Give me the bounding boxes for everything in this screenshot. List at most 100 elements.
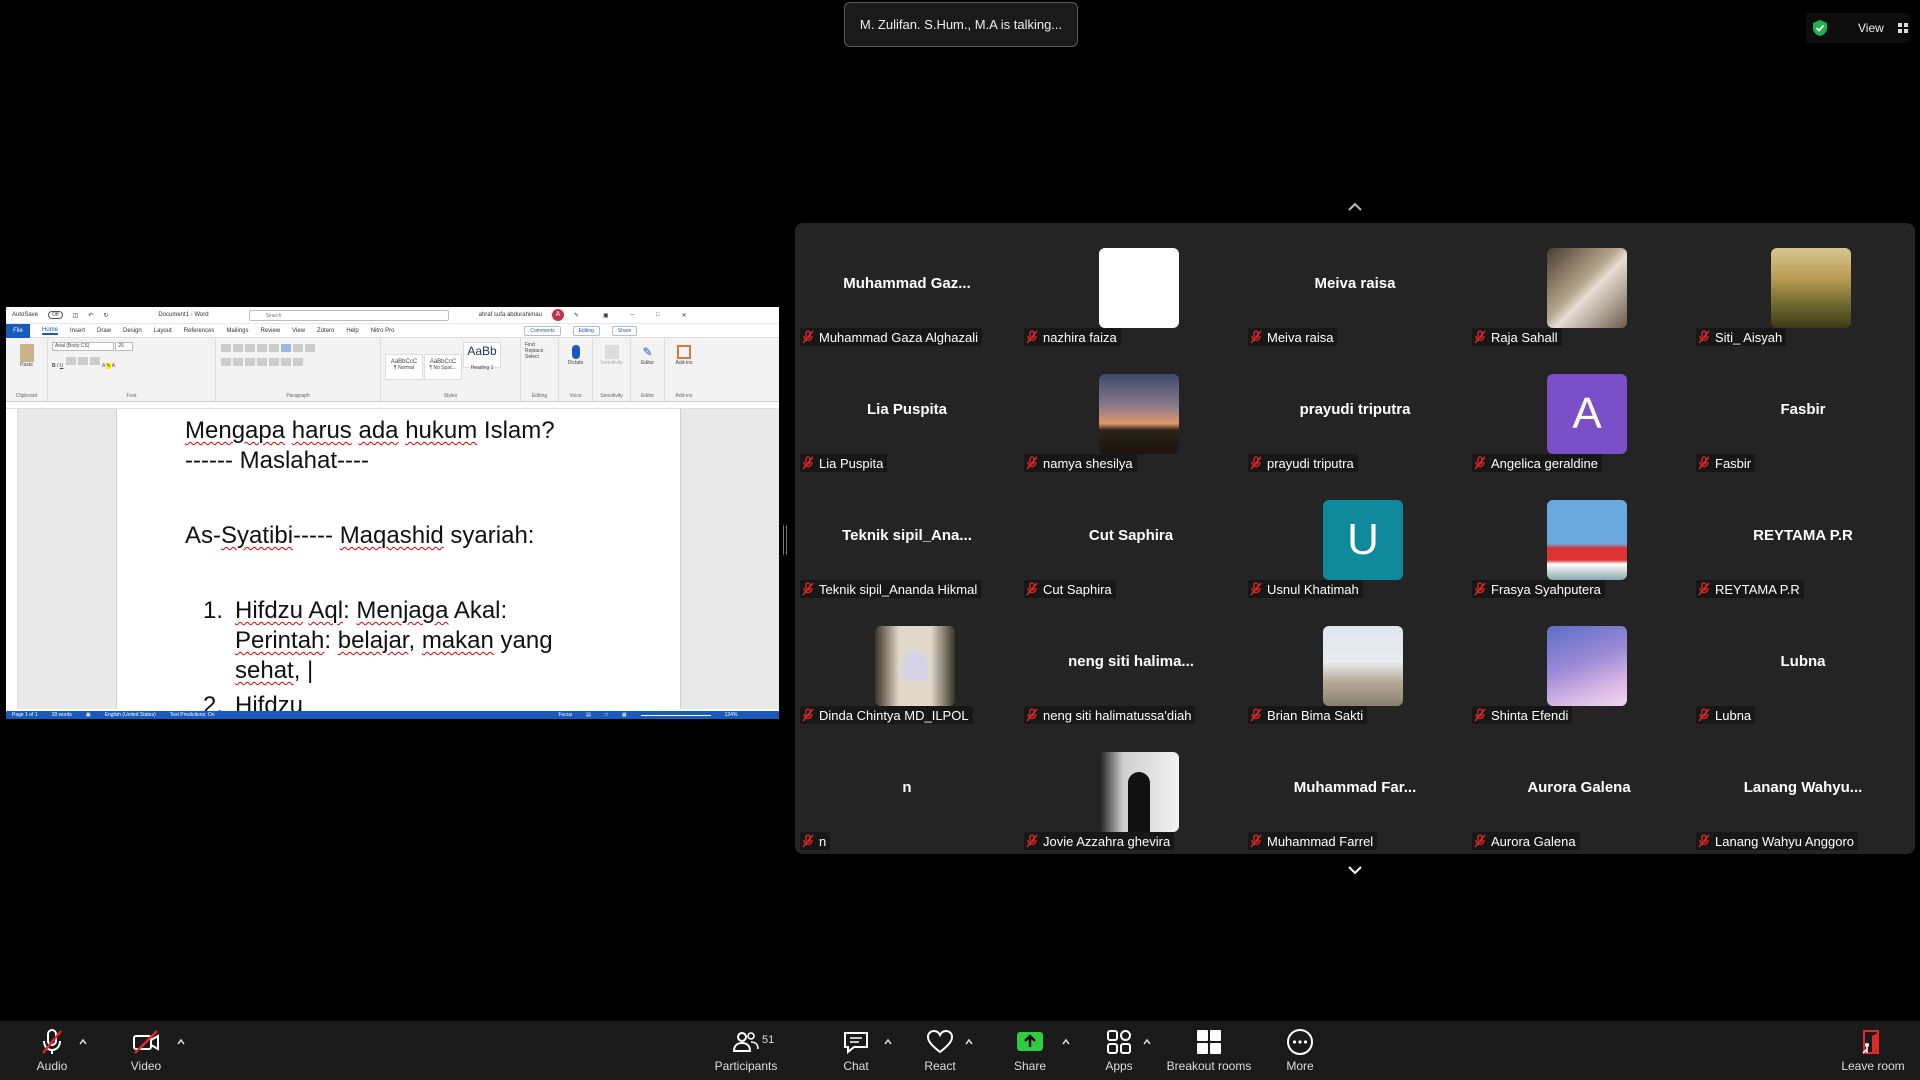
participant-tile[interactable]: Jovie Azzahra ghevira — [1019, 727, 1243, 853]
minimize-icon[interactable]: – — [631, 312, 634, 318]
zoom-level[interactable]: 124% — [725, 712, 738, 718]
sensitivity-icon[interactable] — [604, 345, 619, 359]
align-right-icon[interactable] — [245, 358, 255, 366]
font-color-icon[interactable]: A — [112, 363, 115, 369]
chat-options-caret-icon[interactable] — [883, 1038, 893, 1046]
pilcrow-icon[interactable] — [305, 344, 315, 352]
numbering-icon[interactable] — [233, 344, 243, 352]
font-size-select[interactable]: 26 — [115, 342, 134, 351]
tab-layout[interactable]: Layout — [154, 328, 172, 334]
zoom-slider[interactable] — [640, 714, 711, 716]
tab-draw[interactable]: Draw — [97, 328, 111, 334]
style-normal[interactable]: AaBbCcC ¶ Normal — [385, 354, 423, 380]
word-user-avatar[interactable]: A — [551, 309, 564, 321]
audio-options-caret-icon[interactable] — [78, 1038, 88, 1046]
participant-tile[interactable]: namya shesilya — [1019, 349, 1243, 475]
word-share-button[interactable]: Share — [611, 325, 638, 336]
participant-tile[interactable]: Meiva raisa Meiva raisa — [1243, 223, 1467, 349]
tab-zotero[interactable]: Zotero — [317, 328, 334, 334]
participant-tile[interactable]: Shinta Efendi — [1467, 601, 1691, 727]
comments-button[interactable]: Comments — [524, 325, 561, 336]
more-button[interactable]: More — [1282, 1027, 1318, 1079]
maximize-icon[interactable]: □ — [656, 312, 660, 318]
participant-tile[interactable]: Aurora Galena Aurora Galena — [1467, 727, 1691, 853]
bold-icon[interactable]: B — [52, 363, 56, 369]
tab-home[interactable]: Home — [42, 327, 59, 335]
strikethrough-icon[interactable] — [65, 357, 76, 365]
tab-view[interactable]: View — [292, 328, 305, 334]
participant-tile[interactable]: Muhammad Gaz... Muhammad Gaza Alghazali — [795, 223, 1019, 349]
bullets-icon[interactable] — [221, 344, 231, 352]
style-heading-1[interactable]: AaBb Heading 1 — [463, 342, 501, 371]
autosave-toggle[interactable]: Off — [48, 311, 63, 319]
undo-icon[interactable]: ↶ — [88, 312, 93, 319]
participant-tile[interactable]: U Usnul Khatimah — [1243, 475, 1467, 601]
split-view-divider[interactable] — [783, 525, 787, 555]
style-no-spacing[interactable]: AaBbCcC ¶ No Spac... — [424, 354, 462, 380]
audio-button[interactable]: Audio — [34, 1027, 70, 1079]
editing-mode-button[interactable]: Editing — [572, 325, 600, 336]
shading-icon[interactable] — [281, 358, 291, 366]
proofing-icon[interactable]: ▣ — [86, 712, 91, 718]
subscript-icon[interactable] — [77, 357, 88, 365]
paste-icon[interactable] — [19, 344, 34, 362]
participant-tile[interactable]: Brian Bima Sakti — [1243, 601, 1467, 727]
participant-tile[interactable]: Dinda Chintya MD_ILPOL — [795, 601, 1019, 727]
participant-tile[interactable]: Cut Saphira Cut Saphira — [1019, 475, 1243, 601]
read-mode-icon[interactable]: ▤ — [586, 712, 591, 718]
italic-icon[interactable]: I — [57, 363, 58, 369]
participant-tile[interactable]: Fasbir Fasbir — [1691, 349, 1915, 475]
word-count[interactable]: 28 words — [52, 712, 72, 718]
tab-references[interactable]: References — [184, 328, 215, 334]
word-search-input[interactable]: Search — [248, 309, 449, 321]
print-layout-icon[interactable]: □ — [605, 712, 608, 718]
pen-icon[interactable]: ✎ — [574, 312, 579, 319]
tab-file[interactable]: File — [6, 323, 30, 338]
line-spacing-icon[interactable] — [269, 358, 279, 366]
text-predictions-status[interactable]: Text Predictions: On — [170, 712, 215, 718]
participant-tile[interactable]: A Angelica geraldine — [1467, 349, 1691, 475]
increase-indent-icon[interactable] — [269, 344, 279, 352]
video-options-caret-icon[interactable] — [176, 1038, 186, 1046]
close-icon[interactable]: ✕ — [682, 312, 687, 319]
borders-icon[interactable] — [293, 358, 303, 366]
tab-review[interactable]: Review — [260, 328, 280, 334]
share-options-caret-icon[interactable] — [1061, 1038, 1071, 1046]
breakout-rooms-button[interactable]: Breakout rooms — [1160, 1027, 1258, 1079]
highlight-icon[interactable]: ✎ — [106, 363, 111, 369]
tab-design[interactable]: Design — [123, 328, 142, 334]
gallery-page-up-icon[interactable] — [1343, 199, 1367, 215]
tab-help[interactable]: Help — [346, 328, 358, 334]
ribbon-display-icon[interactable]: ▣ — [603, 312, 609, 319]
redo-icon[interactable]: ↻ — [103, 312, 108, 319]
participant-tile[interactable]: REYTAMA P.R REYTAMA P.R — [1691, 475, 1915, 601]
participant-tile[interactable]: nazhira faiza — [1019, 223, 1243, 349]
underline-icon[interactable]: U — [60, 363, 64, 369]
dictate-icon[interactable] — [571, 345, 580, 359]
focus-button[interactable]: Focus — [559, 712, 573, 718]
page-count[interactable]: Page 1 of 1 — [12, 712, 38, 718]
save-icon[interactable]: ◫ — [73, 312, 79, 319]
autosave-label[interactable]: AutoSave — [12, 312, 38, 318]
participant-tile[interactable]: Teknik sipil_Ana... Teknik sipil_Ananda H… — [795, 475, 1019, 601]
web-layout-icon[interactable]: ▦ — [622, 712, 627, 718]
justify-icon[interactable] — [257, 358, 267, 366]
align-left-icon[interactable] — [221, 358, 231, 366]
sort-icon[interactable] — [293, 344, 303, 352]
participant-tile[interactable]: Lanang Wahyu... Lanang Wahyu Anggoro — [1691, 727, 1915, 853]
decrease-indent-icon[interactable] — [257, 344, 267, 352]
leave-room-button[interactable]: Leave room — [1840, 1027, 1906, 1079]
react-button[interactable]: React — [922, 1027, 958, 1079]
tab-insert[interactable]: Insert — [70, 328, 85, 334]
participant-tile[interactable]: Muhammad Far... Muhammad Farrel — [1243, 727, 1467, 853]
language-status[interactable]: English (United States) — [105, 712, 156, 718]
gallery-page-down-icon[interactable] — [1343, 862, 1367, 878]
chat-button[interactable]: Chat — [838, 1027, 874, 1079]
react-options-caret-icon[interactable] — [964, 1038, 974, 1046]
video-button[interactable]: Video — [128, 1027, 164, 1079]
font-name-select[interactable]: Arial (Body CS) — [52, 342, 114, 351]
participant-tile[interactable]: Raja Sahall — [1467, 223, 1691, 349]
apps-options-caret-icon[interactable] — [1142, 1038, 1152, 1046]
multilevel-list-icon[interactable] — [245, 344, 255, 352]
tab-nitro-pro[interactable]: Nitro Pro — [371, 328, 395, 334]
